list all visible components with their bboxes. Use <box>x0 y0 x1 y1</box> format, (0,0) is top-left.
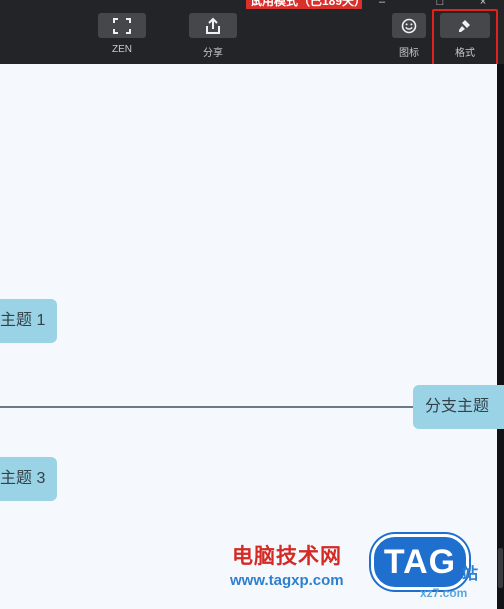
subtopic-1-label: 主题 1 <box>0 312 46 329</box>
share-icon <box>206 17 220 34</box>
scrollbar-thumb[interactable] <box>498 548 503 588</box>
branch-topic-node[interactable]: 分支主题 <box>413 385 504 429</box>
branch-connector-line <box>0 406 413 408</box>
subtopic-1-node[interactable]: 主题 1 <box>0 299 58 343</box>
trial-mode-badge[interactable]: 试用模式（已189天） <box>246 0 362 9</box>
share-button[interactable] <box>189 13 237 38</box>
top-toolbar: 试用模式（已189天） – □ × ZEN 分享 图标 格式 <box>0 0 504 71</box>
share-label: 分享 <box>203 48 223 59</box>
smiley-icon <box>401 18 417 33</box>
maximize-icon[interactable]: □ <box>432 0 448 8</box>
watermark-site-name: 电脑技术网 <box>232 545 342 568</box>
watermark-xz: xz7.com <box>420 586 468 600</box>
zen-label: ZEN <box>112 44 132 55</box>
format-highlight-box <box>432 9 498 71</box>
minimize-icon[interactable]: – <box>374 0 390 8</box>
mindmap-canvas[interactable] <box>0 64 497 609</box>
trial-mode-label: 试用模式（已189天） <box>250 0 362 8</box>
branch-topic-label: 分支主题 <box>425 398 490 415</box>
watermark-tag-logo: TAG <box>371 534 469 590</box>
subtopic-3-node[interactable]: 主题 3 <box>0 457 58 501</box>
watermark-site-suffix: 站 <box>462 566 479 583</box>
share-tool[interactable]: 分享 <box>189 13 237 63</box>
zen-tool[interactable]: ZEN <box>98 13 146 63</box>
zen-button[interactable] <box>98 13 146 38</box>
subtopic-3-label: 主题 3 <box>0 470 46 487</box>
icon-panel-label: 图标 <box>399 48 419 59</box>
watermark-logo-text: TAG <box>383 542 457 581</box>
fullscreen-icon <box>113 17 131 34</box>
icon-panel-button[interactable] <box>392 13 426 38</box>
vertical-scrollbar[interactable] <box>497 64 504 609</box>
icon-panel-tool[interactable]: 图标 <box>392 13 426 63</box>
watermark-url: www.tagxp.com <box>230 572 344 589</box>
close-icon[interactable]: × <box>475 0 491 8</box>
